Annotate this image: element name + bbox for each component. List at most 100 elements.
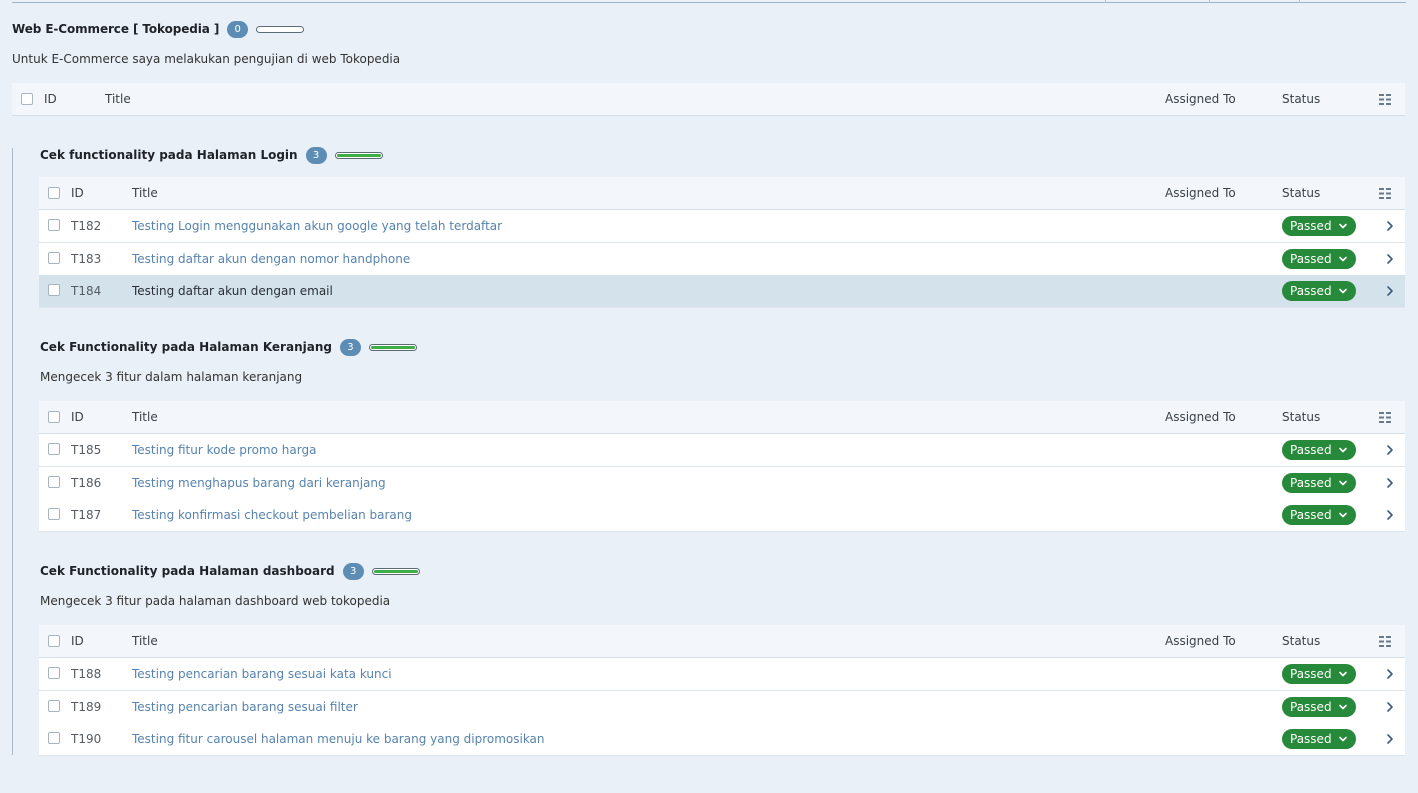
chevron-right-icon[interactable] xyxy=(1385,509,1395,521)
section-nesting-line xyxy=(12,148,13,755)
chevron-down-icon xyxy=(1338,512,1347,518)
row-title-link[interactable]: Testing pencarian barang sesuai filter xyxy=(132,700,358,714)
table-row[interactable]: T183 Testing daftar akun dengan nomor han… xyxy=(39,243,1405,276)
status-dropdown[interactable]: Passed xyxy=(1282,216,1356,236)
row-title-link[interactable]: Testing menghapus barang dari keranjang xyxy=(132,476,386,490)
table-row[interactable]: T182 Testing Login menggunakan akun googl… xyxy=(39,210,1405,243)
column-header-assigned-to[interactable]: Assigned To xyxy=(1165,410,1236,424)
chevron-right-icon[interactable] xyxy=(1385,733,1395,745)
table-row[interactable]: T185 Testing fitur kode promo harga Passed xyxy=(39,434,1405,467)
root-section-title[interactable]: Web E-Commerce [ Tokopedia ] xyxy=(12,22,219,36)
row-title-link[interactable]: Testing pencarian barang sesuai kata kun… xyxy=(132,667,392,681)
row-checkbox[interactable] xyxy=(48,476,60,488)
column-settings-icon[interactable] xyxy=(1379,94,1392,105)
column-header-title[interactable]: Title xyxy=(132,186,158,200)
section-description: Mengecek 3 fitur dalam halaman keranjang xyxy=(40,370,303,384)
table-row[interactable]: T184 Testing daftar akun dengan email Pass… xyxy=(39,275,1405,308)
section-title[interactable]: Cek functionality pada Halaman Login xyxy=(40,148,298,162)
section-title[interactable]: Cek Functionality pada Halaman Keranjang xyxy=(40,340,332,354)
status-label: Passed xyxy=(1290,667,1332,681)
status-label: Passed xyxy=(1290,219,1332,233)
row-title-link[interactable]: Testing konfirmasi checkout pembelian ba… xyxy=(132,508,412,522)
status-dropdown[interactable]: Passed xyxy=(1282,281,1356,301)
status-label: Passed xyxy=(1290,284,1332,298)
column-header-status[interactable]: Status xyxy=(1282,92,1320,106)
column-header-status[interactable]: Status xyxy=(1282,410,1320,424)
chevron-right-icon[interactable] xyxy=(1385,701,1395,713)
row-title-link[interactable]: Testing Login menggunakan akun google ya… xyxy=(132,219,502,233)
table-row[interactable]: T190 Testing fitur carousel halaman menuj… xyxy=(39,723,1405,756)
select-all-checkbox[interactable] xyxy=(48,635,60,647)
table-row[interactable]: T188 Testing pencarian barang sesuai kata… xyxy=(39,658,1405,691)
row-id: T183 xyxy=(71,252,102,266)
row-id: T190 xyxy=(71,732,102,746)
column-header-status[interactable]: Status xyxy=(1282,186,1320,200)
table-row[interactable]: T186 Testing menghapus barang dari keranj… xyxy=(39,467,1405,500)
status-label: Passed xyxy=(1290,443,1332,457)
row-checkbox[interactable] xyxy=(48,508,60,520)
section-header: Cek functionality pada Halaman Login 3 xyxy=(40,143,383,167)
row-id: T182 xyxy=(71,219,102,233)
status-dropdown[interactable]: Passed xyxy=(1282,505,1356,525)
section-table-header: ID Title Assigned To Status xyxy=(39,401,1405,434)
chevron-down-icon xyxy=(1338,671,1347,677)
row-title-link[interactable]: Testing daftar akun dengan nomor handpho… xyxy=(132,252,410,266)
status-dropdown[interactable]: Passed xyxy=(1282,473,1356,493)
chevron-right-icon[interactable] xyxy=(1385,220,1395,232)
column-header-assigned-to[interactable]: Assigned To xyxy=(1165,186,1236,200)
select-all-checkbox[interactable] xyxy=(48,187,60,199)
section-title[interactable]: Cek Functionality pada Halaman dashboard xyxy=(40,564,335,578)
row-checkbox[interactable] xyxy=(48,284,60,296)
row-title-link[interactable]: Testing daftar akun dengan email xyxy=(132,284,333,298)
row-id: T189 xyxy=(71,700,102,714)
section-progress-bar xyxy=(371,567,420,575)
row-checkbox[interactable] xyxy=(48,667,60,679)
section-header: Cek Functionality pada Halaman Keranjang… xyxy=(40,335,417,359)
chevron-right-icon[interactable] xyxy=(1385,477,1395,489)
chevron-right-icon[interactable] xyxy=(1385,444,1395,456)
column-header-id[interactable]: ID xyxy=(71,186,84,200)
row-checkbox[interactable] xyxy=(48,732,60,744)
row-checkbox[interactable] xyxy=(48,252,60,264)
select-all-checkbox[interactable] xyxy=(21,93,33,105)
column-settings-icon[interactable] xyxy=(1379,412,1392,423)
chevron-right-icon[interactable] xyxy=(1385,285,1395,297)
status-dropdown[interactable]: Passed xyxy=(1282,249,1356,269)
chevron-down-icon xyxy=(1338,288,1347,294)
chevron-down-icon xyxy=(1338,223,1347,229)
column-settings-icon[interactable] xyxy=(1379,636,1392,647)
status-dropdown[interactable]: Passed xyxy=(1282,729,1356,749)
column-header-id[interactable]: ID xyxy=(44,92,57,106)
column-header-id[interactable]: ID xyxy=(71,634,84,648)
column-header-status[interactable]: Status xyxy=(1282,634,1320,648)
column-header-title[interactable]: Title xyxy=(105,92,131,106)
column-header-title[interactable]: Title xyxy=(132,634,158,648)
chevron-down-icon xyxy=(1338,704,1347,710)
row-checkbox[interactable] xyxy=(48,443,60,455)
section-progress-bar xyxy=(334,151,383,159)
column-header-title[interactable]: Title xyxy=(132,410,158,424)
chevron-right-icon[interactable] xyxy=(1385,668,1395,680)
table-row[interactable]: T187 Testing konfirmasi checkout pembelia… xyxy=(39,499,1405,532)
status-dropdown[interactable]: Passed xyxy=(1282,697,1356,717)
column-header-assigned-to[interactable]: Assigned To xyxy=(1165,634,1236,648)
status-dropdown[interactable]: Passed xyxy=(1282,664,1356,684)
section-header: Cek Functionality pada Halaman dashboard… xyxy=(40,559,420,583)
status-label: Passed xyxy=(1290,508,1332,522)
chevron-down-icon xyxy=(1338,480,1347,486)
column-header-id[interactable]: ID xyxy=(71,410,84,424)
chevron-down-icon xyxy=(1338,736,1347,742)
row-title-link[interactable]: Testing fitur carousel halaman menuju ke… xyxy=(132,732,545,746)
column-header-assigned-to[interactable]: Assigned To xyxy=(1165,92,1236,106)
row-checkbox[interactable] xyxy=(48,219,60,231)
status-dropdown[interactable]: Passed xyxy=(1282,440,1356,460)
chevron-down-icon xyxy=(1338,256,1347,262)
section-table-header: ID Title Assigned To Status xyxy=(39,625,1405,658)
select-all-checkbox[interactable] xyxy=(48,411,60,423)
chevron-right-icon[interactable] xyxy=(1385,253,1395,265)
status-label: Passed xyxy=(1290,252,1332,266)
row-checkbox[interactable] xyxy=(48,700,60,712)
table-row[interactable]: T189 Testing pencarian barang sesuai filt… xyxy=(39,691,1405,724)
row-title-link[interactable]: Testing fitur kode promo harga xyxy=(132,443,316,457)
column-settings-icon[interactable] xyxy=(1379,188,1392,199)
